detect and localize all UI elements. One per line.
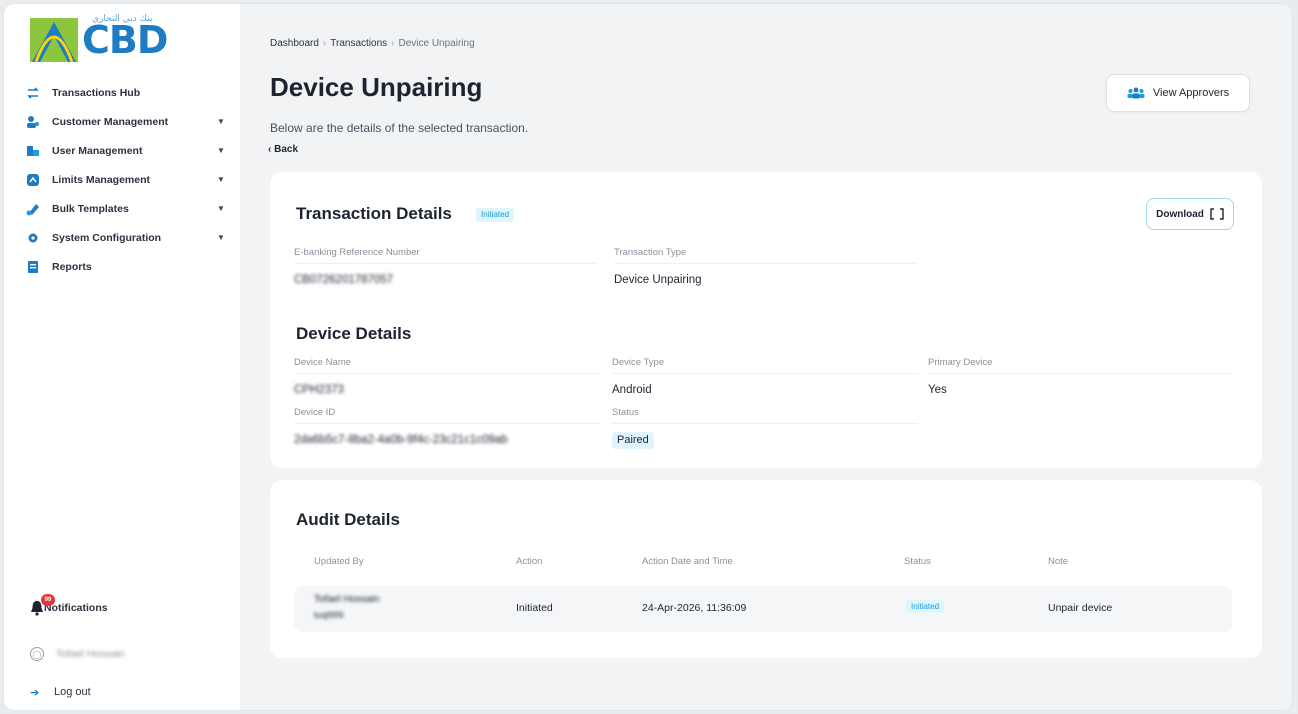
sidebar-item-label: Limits Management (52, 173, 151, 186)
page-title: Device Unpairing (270, 72, 483, 102)
sidebar-item-transactions-hub[interactable]: Transactions Hub (26, 78, 226, 107)
cbd-logo[interactable]: بنك دبي التجاري CBD (30, 14, 180, 64)
logout-label: Log out (54, 686, 91, 698)
table-row: Tofael Hossain tuql999 Initiated 24-Apr-… (294, 586, 1232, 632)
field-label: E-banking Reference Number (294, 244, 596, 264)
column-header-updated-by: Updated By (314, 556, 364, 567)
app-window: بنك دبي التجاري CBD Transactions Hub Cus… (4, 4, 1292, 710)
sidebar-item-user-management[interactable]: User Management ▼ (26, 136, 226, 165)
transaction-details-card: Transaction Details Initiated Download E… (270, 172, 1262, 468)
user-profile[interactable]: ◯ Tofael Hossain (30, 644, 230, 664)
download-label: Download (1156, 208, 1204, 220)
audit-details-title: Audit Details (296, 510, 400, 529)
breadcrumb-current: Device Unpairing (398, 38, 475, 49)
download-icon (1210, 208, 1224, 220)
paired-status-pill: Paired (612, 432, 654, 449)
field-label: Status (612, 404, 918, 424)
customer-management-icon (26, 115, 40, 129)
primary-device-field: Primary Device Yes (928, 354, 1234, 398)
device-status-field: Status Paired (612, 404, 918, 449)
user-management-icon (26, 144, 40, 158)
column-header-action: Action (516, 556, 543, 567)
column-header-note: Note (1048, 556, 1069, 567)
field-value: 2da6b5c7-8ba2-4a0b-9f4c-23c21c1c09ab (294, 434, 508, 446)
column-header-status: Status (904, 556, 931, 567)
chevron-down-icon: ▼ (217, 117, 225, 126)
logout-icon: ➔ (30, 686, 40, 699)
view-approvers-button[interactable]: View Approvers (1106, 74, 1250, 112)
field-label: Device ID (294, 404, 600, 424)
breadcrumb-separator: › (391, 38, 395, 49)
device-details-title: Device Details (296, 324, 412, 343)
back-link[interactable]: ‹ Back (268, 144, 298, 155)
notifications-link[interactable]: 99 Notifications (30, 594, 230, 618)
cell-note: Unpair device (1048, 602, 1113, 614)
sidebar-item-limits-management[interactable]: Limits Management ▼ (26, 165, 226, 194)
sidebar-item-label: System Configuration (52, 231, 162, 244)
device-id-field: Device ID 2da6b5c7-8ba2-4a0b-9f4c-23c21c… (294, 404, 600, 448)
cell-action: Initiated (516, 602, 553, 614)
cell-updated-by-id: tuql999 (314, 610, 344, 620)
breadcrumb-transactions[interactable]: Transactions (330, 38, 387, 49)
system-configuration-icon (26, 231, 40, 245)
sidebar-nav: Transactions Hub Customer Management ▼ U… (26, 78, 226, 281)
breadcrumb: Dashboard › Transactions › Device Unpairing (270, 38, 475, 49)
chevron-down-icon: ▼ (217, 146, 225, 155)
field-value: Device Unpairing (614, 274, 702, 286)
sidebar-item-label: Bulk Templates (52, 202, 129, 215)
view-approvers-label: View Approvers (1152, 87, 1230, 99)
user-name: Tofael Hossain (56, 648, 125, 660)
main-content: Dashboard › Transactions › Device Unpairing … (240, 4, 1292, 710)
ebanking-reference-field: E-banking Reference Number CB07262017870… (294, 244, 596, 288)
sidebar-item-label: User Management (52, 144, 143, 157)
field-value: CB0726201787057 (294, 274, 394, 286)
users-group-icon (1127, 87, 1145, 99)
cbd-logo-mark-icon (30, 18, 78, 62)
download-button[interactable]: Download (1146, 198, 1234, 230)
transaction-details-title: Transaction Details (296, 204, 452, 223)
sidebar-item-reports[interactable]: Reports (26, 252, 226, 281)
field-value: Android (612, 384, 652, 396)
chevron-down-icon: ▼ (217, 175, 225, 184)
field-value: CPH2373 (294, 384, 344, 396)
page-subtitle: Below are the details of the selected tr… (270, 121, 529, 135)
sidebar-item-label: Reports (52, 260, 92, 273)
breadcrumb-dashboard[interactable]: Dashboard (270, 38, 319, 49)
breadcrumb-separator: › (322, 38, 327, 49)
status-badge: Initiated (476, 208, 515, 222)
status-badge: Initiated (906, 600, 945, 613)
transactions-hub-icon (26, 86, 40, 100)
reports-icon (26, 260, 40, 274)
avatar: ◯ (30, 647, 44, 661)
field-label: Transaction Type (614, 244, 916, 264)
column-header-datetime: Action Date and Time (642, 556, 733, 567)
device-name-field: Device Name CPH2373 (294, 354, 600, 398)
field-value: Yes (928, 384, 947, 396)
sidebar-item-label: Transactions Hub (52, 86, 141, 99)
sidebar-item-bulk-templates[interactable]: Bulk Templates ▼ (26, 194, 226, 223)
sidebar-footer: 99 Notifications ◯ Tofael Hossain ➔ Log … (30, 594, 230, 702)
field-label: Primary Device (928, 354, 1234, 374)
bell-icon: 99 (30, 594, 55, 616)
bulk-templates-icon (26, 202, 40, 216)
logo-wordmark: CBD (82, 18, 168, 62)
field-label: Device Type (612, 354, 918, 374)
cell-datetime: 24-Apr-2026, 11:36:09 (642, 602, 747, 614)
device-type-field: Device Type Android (612, 354, 918, 398)
field-label: Device Name (294, 354, 600, 374)
transaction-type-field: Transaction Type Device Unpairing (614, 244, 916, 288)
notification-count-badge: 99 (41, 594, 55, 606)
sidebar-item-label: Customer Management (52, 115, 169, 128)
logout-button[interactable]: ➔ Log out (30, 682, 230, 702)
chevron-down-icon: ▼ (217, 233, 225, 242)
audit-details-card: Audit Details Updated By Action Action D… (270, 480, 1262, 658)
limits-management-icon (26, 173, 40, 187)
sidebar-item-customer-management[interactable]: Customer Management ▼ (26, 107, 226, 136)
audit-table-header: Updated By Action Action Date and Time S… (314, 556, 1234, 570)
chevron-down-icon: ▼ (217, 204, 225, 213)
sidebar-item-system-configuration[interactable]: System Configuration ▼ (26, 223, 226, 252)
sidebar: بنك دبي التجاري CBD Transactions Hub Cus… (4, 4, 240, 710)
cell-updated-by: Tofael Hossain (314, 594, 380, 605)
